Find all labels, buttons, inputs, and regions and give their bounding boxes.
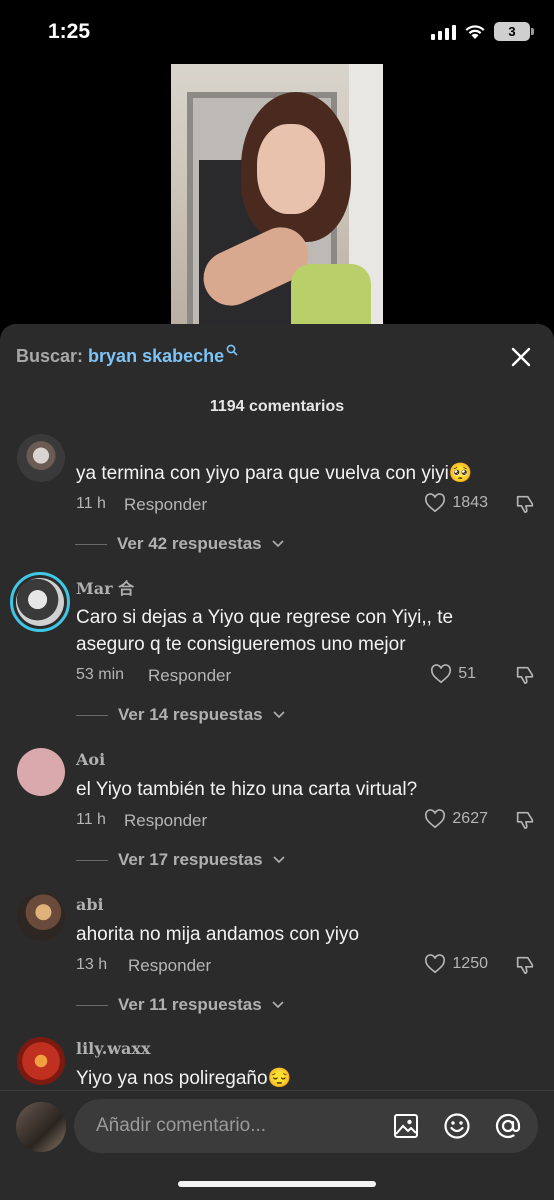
like-count: 1250 [452, 955, 488, 972]
sheet-header: Buscar: bryan skabeche [0, 324, 554, 394]
comment-meta: 53 min Responder 51 [76, 664, 536, 688]
search-suggestion[interactable]: Buscar: bryan skabeche [16, 344, 238, 367]
heart-icon [425, 493, 446, 513]
avatar[interactable] [17, 434, 65, 482]
avatar[interactable] [17, 748, 65, 796]
comment-meta: 11 h Responder 2627 [76, 809, 536, 833]
like-count: 1843 [452, 494, 488, 511]
comment-item: lily.waxx Yiyo ya nos poliregaño😔 [0, 1037, 554, 1097]
status-icons: 3 [431, 22, 534, 41]
like-button[interactable]: 51 [430, 664, 476, 684]
chevron-down-icon [273, 711, 285, 719]
chevron-down-icon [272, 1001, 284, 1009]
reply-button[interactable]: Responder [148, 666, 231, 686]
comment-input[interactable]: Añadir comentario... [74, 1099, 538, 1153]
reply-button[interactable]: Responder [124, 811, 207, 831]
search-term-link[interactable]: bryan skabeche [88, 346, 224, 366]
heart-icon [425, 954, 446, 974]
comment-username[interactable]: Aoi [76, 750, 105, 769]
battery-icon: 3 [494, 22, 534, 41]
heart-icon [425, 809, 446, 829]
dislike-icon[interactable] [514, 954, 536, 976]
wifi-icon [465, 24, 485, 39]
reply-button[interactable]: Responder [124, 495, 207, 515]
view-replies-label: Ver 17 respuestas [118, 850, 263, 869]
comment-text: el Yiyo también te hizo una carta virtua… [76, 779, 418, 800]
comment-item: Mar 合 Caro si dejas a Yiyo que regrese c… [0, 572, 554, 732]
comment-text: Caro si dejas a Yiyo que regrese con Yiy… [76, 607, 454, 655]
dislike-icon[interactable] [514, 809, 536, 831]
battery-level: 3 [508, 24, 516, 39]
comment-time: 11 h [76, 811, 106, 828]
comment-meta: 11 h Responder 1843 [76, 493, 536, 517]
like-button[interactable]: 1250 [424, 954, 488, 974]
avatar[interactable] [17, 1037, 65, 1085]
view-replies-button[interactable]: Ver 17 respuestas [76, 848, 285, 872]
cellular-signal-icon [431, 24, 456, 40]
image-icon[interactable] [392, 1112, 420, 1140]
view-replies-label: Ver 11 respuestas [118, 995, 262, 1014]
view-replies-button[interactable]: Ver 11 respuestas [76, 993, 284, 1017]
avatar[interactable] [10, 572, 70, 632]
status-bar: 1:25 3 [0, 0, 554, 64]
comment-text: Yiyo ya nos poliregaño😔 [76, 1068, 292, 1089]
comment-item: Aoi el Yiyo también te hizo una carta vi… [0, 748, 554, 878]
at-icon[interactable] [494, 1112, 522, 1140]
comment-time: 13 h [76, 956, 108, 973]
like-count: 51 [458, 665, 476, 682]
heart-icon [431, 664, 452, 684]
search-icon [226, 344, 238, 356]
comment-username[interactable]: lily.waxx [76, 1039, 150, 1058]
emoji-icon[interactable] [443, 1112, 471, 1140]
comment-time: 53 min [76, 666, 125, 683]
comment-text: ya termina con yiyo para que vuelva con … [76, 463, 473, 484]
dislike-icon[interactable] [514, 493, 536, 515]
avatar[interactable] [17, 893, 65, 941]
chevron-down-icon [272, 540, 284, 548]
dislike-icon[interactable] [514, 664, 536, 686]
comment-input-bar: Añadir comentario... [0, 1090, 554, 1200]
chevron-down-icon [273, 856, 285, 864]
status-time: 1:25 [48, 20, 91, 43]
comment-text: ahorita no mija andamos con yiyo [76, 924, 360, 945]
comment-item: abi ahorita no mija andamos con yiyo 13 … [0, 893, 554, 1023]
view-replies-label: Ver 42 respuestas [117, 534, 262, 553]
comment-input-placeholder: Añadir comentario... [96, 1115, 267, 1136]
avatar[interactable] [16, 1102, 66, 1152]
view-replies-button[interactable]: Ver 42 respuestas [75, 532, 284, 556]
comment-username[interactable]: abi [76, 895, 104, 914]
view-replies-button[interactable]: Ver 14 respuestas [76, 703, 285, 727]
comment-time: 11 h [76, 495, 106, 512]
comment-count: 1194 comentarios [209, 398, 345, 415]
home-indicator [178, 1181, 376, 1187]
comment-item: ya termina con yiyo para que vuelva con … [0, 432, 554, 562]
comment-meta: 13 h Responder 1250 [76, 954, 536, 978]
reply-button[interactable]: Responder [128, 956, 211, 976]
like-button[interactable]: 1843 [424, 493, 488, 513]
comments-sheet: Buscar: bryan skabeche 1194 comentarios … [0, 324, 554, 1200]
comment-username[interactable]: Mar 合 [76, 575, 134, 599]
like-button[interactable]: 2627 [424, 809, 488, 829]
view-replies-label: Ver 14 respuestas [118, 705, 263, 724]
close-icon[interactable] [508, 344, 534, 370]
video-preview[interactable] [171, 64, 383, 326]
like-count: 2627 [452, 810, 488, 827]
search-prefix-label: Buscar: [16, 346, 84, 366]
